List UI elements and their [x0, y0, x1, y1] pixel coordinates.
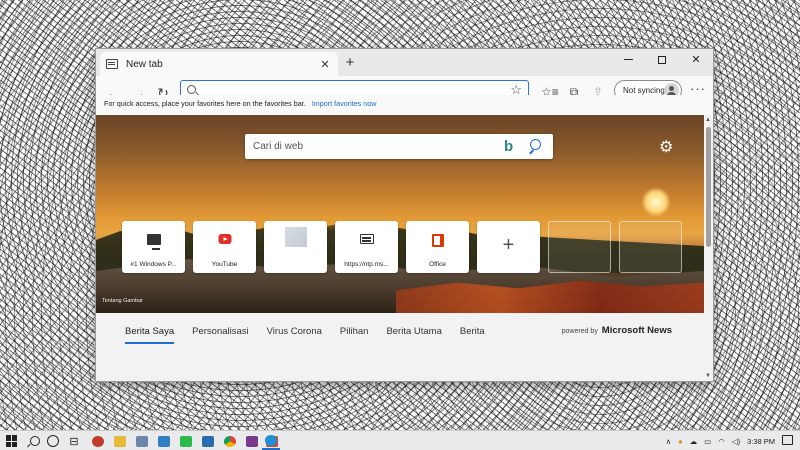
wifi-icon[interactable]: ◠ [718, 437, 725, 446]
monitor-icon [146, 234, 161, 250]
close-window-button[interactable]: ✕ [679, 49, 713, 70]
cortana-icon [47, 435, 59, 447]
taskbar-app-1[interactable] [90, 433, 106, 449]
app-icon [92, 435, 104, 447]
quick-link-tile[interactable]: #1 Windows P... [122, 221, 185, 273]
minimize-button[interactable] [611, 49, 645, 70]
taskbar-search-button[interactable] [27, 433, 43, 449]
tab-title: New tab [126, 58, 163, 70]
edge-browser-window: New tab ✕ + ✕ ← → ↻ ☆ ☆≡ ⧉ ⇪ Not syncing… [96, 49, 713, 381]
search-icon [187, 85, 196, 94]
add-quick-link-button[interactable]: + [477, 221, 540, 273]
microsoft-news-brand: Microsoft News [601, 325, 672, 336]
windows-taskbar: ⊟ ∧ ● ☁ ▭ ◠ ◁) 3:38 PM [0, 430, 800, 450]
empty-quick-link-slot [548, 221, 611, 273]
news-tabs: Berita Saya Personalisasi Virus Corona P… [125, 326, 503, 344]
quick-links: #1 Windows P... YouTube https://ntp.ms..… [122, 221, 682, 273]
tray-app-icon[interactable]: ● [678, 437, 683, 446]
minimize-icon [623, 59, 633, 60]
quick-link-tile[interactable]: Office [406, 221, 469, 273]
app-icon [158, 435, 170, 447]
news-tab-berita[interactable]: Berita [460, 326, 485, 344]
quick-link-label: YouTube [211, 261, 238, 268]
office-icon [431, 234, 444, 247]
start-button[interactable] [4, 433, 20, 449]
powered-by-text: powered by [561, 328, 598, 335]
quick-link-tile[interactable]: YouTube [193, 221, 256, 273]
tab-new-tab[interactable]: New tab ✕ [100, 52, 338, 76]
new-tab-background: Tentang Gambar b ⚙ #1 Windows P... YouTu… [96, 115, 704, 313]
windows-logo-icon [6, 435, 18, 447]
chevron-up-icon[interactable]: ∧ [666, 437, 672, 446]
news-tab-berita-utama[interactable]: Berita Utama [386, 326, 441, 344]
volume-icon[interactable]: ◁) [732, 437, 740, 446]
ntp-icon [359, 234, 374, 244]
edge-icon [265, 434, 277, 446]
quick-link-label: https://ntp.ms... [344, 261, 389, 268]
system-tray: ∧ ● ☁ ▭ ◠ ◁) 3:38 PM [666, 431, 800, 450]
taskbar-app-4[interactable] [156, 433, 172, 449]
line-icon [180, 435, 192, 447]
bing-logo-icon: b [504, 138, 514, 155]
sync-status-label: Not syncing [623, 86, 665, 95]
cloud-icon[interactable]: ☁ [690, 437, 698, 446]
blurred-thumbnail-icon [284, 227, 307, 247]
app-icon [136, 435, 148, 447]
scroll-up-icon[interactable]: ▲ [705, 117, 711, 123]
youtube-icon [218, 234, 231, 244]
quick-link-label: Office [429, 261, 446, 268]
clock[interactable]: 3:38 PM [747, 437, 775, 446]
quick-link-tile[interactable]: https://ntp.ms... [335, 221, 398, 273]
gear-icon[interactable]: ⚙ [659, 137, 673, 157]
add-icon: + [502, 234, 515, 256]
maximize-button[interactable] [645, 49, 679, 70]
search-icon [30, 436, 40, 446]
chrome-button[interactable] [222, 433, 238, 449]
favorites-bar: For quick access, place your favorites h… [96, 95, 713, 115]
edge-button[interactable] [262, 432, 280, 450]
news-tab-berita-saya[interactable]: Berita Saya [125, 326, 175, 344]
image-caption-link[interactable]: Tentang Gambar [102, 298, 143, 304]
taskbar-app-8[interactable] [244, 433, 260, 449]
web-search-input[interactable] [253, 139, 493, 154]
window-controls: ✕ [611, 49, 713, 76]
news-tab-virus-corona[interactable]: Virus Corona [267, 326, 322, 344]
news-feed-bar: Berita Saya Personalisasi Virus Corona P… [96, 313, 704, 381]
cortana-button[interactable] [45, 433, 61, 449]
app-icon [202, 435, 214, 447]
new-tab-page-icon [106, 59, 118, 69]
sun-glow [641, 187, 671, 217]
scroll-down-icon[interactable]: ▼ [705, 373, 711, 379]
task-view-button[interactable]: ⊟ [66, 433, 82, 449]
page-scrollbar[interactable]: ▲ ▼ [704, 115, 713, 381]
taskbar-app-3[interactable] [134, 433, 150, 449]
app-icon [246, 435, 258, 447]
line-app-button[interactable] [178, 433, 194, 449]
file-explorer-button[interactable] [112, 433, 128, 449]
import-favorites-link[interactable]: Import favorites now [312, 99, 377, 108]
quick-link-label: #1 Windows P... [130, 261, 177, 268]
network-icon[interactable]: ▭ [704, 437, 711, 446]
web-search-box[interactable]: b [245, 134, 553, 159]
title-bar: New tab ✕ + ✕ [96, 49, 713, 76]
search-submit-icon[interactable] [528, 139, 544, 155]
news-tab-pilihan[interactable]: Pilihan [340, 326, 369, 344]
folder-icon [114, 435, 126, 447]
empty-quick-link-slot [619, 221, 682, 273]
taskbar-app-6[interactable] [200, 433, 216, 449]
quick-link-tile[interactable] [264, 221, 327, 273]
chrome-icon [224, 435, 236, 447]
powered-by-label: powered by Microsoft News [562, 325, 672, 336]
favorites-message: For quick access, place your favorites h… [104, 99, 306, 108]
new-tab-button[interactable]: + [342, 55, 358, 71]
scrollbar-thumb[interactable] [706, 127, 711, 247]
maximize-icon [658, 55, 666, 64]
notification-center-icon[interactable] [782, 435, 793, 445]
tab-close-icon[interactable]: ✕ [318, 58, 332, 71]
news-tab-personalisasi[interactable]: Personalisasi [192, 326, 249, 344]
